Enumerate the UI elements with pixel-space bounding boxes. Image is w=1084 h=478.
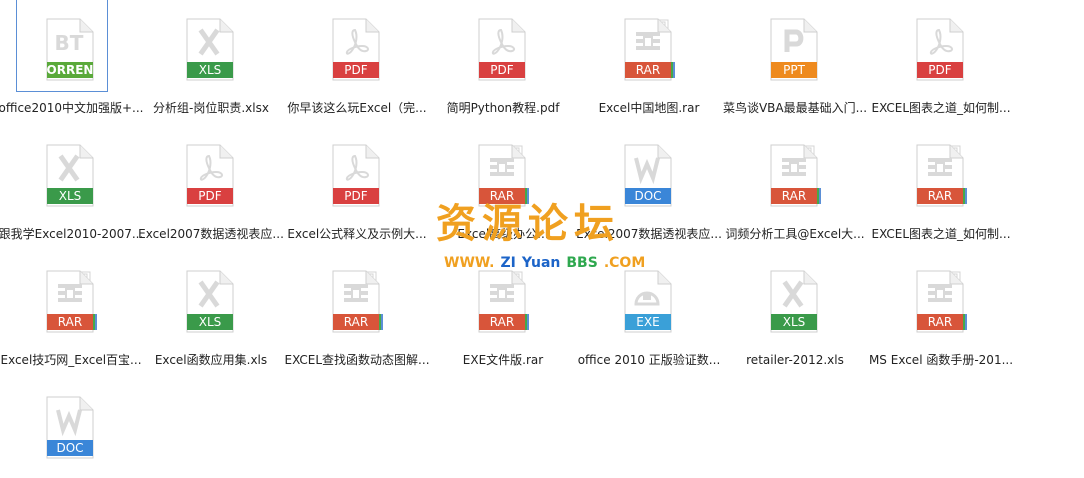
file-type-label: XLS	[783, 315, 806, 329]
file-type-label: RAR	[928, 189, 952, 203]
file-name: 简明Python教程.pdf	[446, 101, 560, 115]
file-item[interactable]: PDF Excel2007数据透视表应...	[138, 126, 284, 248]
file-name: EXCEL图表之道_如何制...	[871, 101, 1011, 115]
file-item[interactable]: RAR EXCEL图表之道_如何制...	[868, 126, 1014, 248]
file-type-label: RAR	[58, 315, 82, 329]
file-item[interactable]: BT TORRENT office2010中文加强版+...	[0, 0, 144, 122]
file-type-label: PDF	[928, 63, 951, 77]
file-type-label: EXE	[636, 315, 659, 329]
file-x-icon: XLS	[46, 144, 98, 208]
file-type-label: RAR	[928, 315, 952, 329]
file-x-icon: XLS	[186, 270, 238, 334]
file-pdf-icon: PDF	[916, 18, 968, 82]
file-pdf-icon: PDF	[332, 18, 384, 82]
file-item[interactable]: RAR 词频分析工具@Excel大...	[722, 126, 868, 248]
file-type-label: PDF	[490, 63, 513, 77]
file-item[interactable]: EXE office 2010 正版验证数...	[576, 252, 722, 374]
file-item[interactable]: PPT 菜鸟谈VBA最最基础入门...	[722, 0, 868, 122]
file-rar-icon: RAR	[478, 270, 530, 334]
file-rar-icon: RAR	[46, 270, 98, 334]
file-type-label: XLS	[59, 189, 82, 203]
file-item[interactable]: XLS Excel函数应用集.xls	[138, 252, 284, 374]
file-rar-icon: RAR	[770, 144, 822, 208]
file-item[interactable]: DOC Excel2007数据透视表应...	[576, 126, 722, 248]
file-type-label: DOC	[56, 441, 83, 455]
file-type-label: RAR	[636, 63, 660, 77]
file-item[interactable]: PDF 简明Python教程.pdf	[430, 0, 576, 122]
file-x-icon: XLS	[770, 270, 822, 334]
file-type-label: RAR	[344, 315, 368, 329]
file-item[interactable]: RAR Excel中国地图.rar	[576, 0, 722, 122]
file-name: Excel2007数据透视表应...	[576, 227, 722, 241]
file-type-label: PDF	[344, 189, 367, 203]
file-p-icon: PPT	[770, 18, 822, 82]
file-item[interactable]: RAR MS Excel 函数手册-201...	[868, 252, 1014, 374]
file-rar-icon: RAR	[916, 270, 968, 334]
file-name: office 2010 正版验证数...	[577, 353, 721, 367]
file-name: 跟我学Excel2010-2007...	[0, 227, 144, 241]
file-name: 分析组-岗位职责.xlsx	[153, 101, 269, 115]
file-name: Excel2007数据透视表应...	[138, 227, 284, 241]
file-item[interactable]: PDF Excel公式释义及示例大...	[284, 126, 430, 248]
file-pdf-icon: PDF	[478, 18, 530, 82]
file-item[interactable]: PDF 你早该这么玩Excel（完...	[284, 0, 430, 122]
file-item[interactable]: XLS 跟我学Excel2010-2007...	[0, 126, 144, 248]
file-name: EXE文件版.rar	[462, 353, 544, 367]
file-w-icon: DOC	[624, 144, 676, 208]
file-name: EXCEL图表之道_如何制...	[871, 227, 1011, 241]
file-name: MS Excel 函数手册-201...	[868, 353, 1014, 367]
file-bt-icon: BT TORRENT	[38, 18, 102, 82]
file-type-label: PDF	[344, 63, 367, 77]
file-type-label: XLS	[199, 63, 222, 77]
file-exe-icon: EXE	[624, 270, 676, 334]
file-name: Excel技巧网_Excel百宝...	[0, 353, 142, 367]
file-item[interactable]: RAR Excel技巧网_Excel百宝...	[0, 252, 144, 374]
file-name: Excel公式释义及示例大...	[287, 227, 427, 241]
file-item[interactable]: PDF EXCEL图表之道_如何制...	[868, 0, 1014, 122]
file-type-label: PDF	[198, 189, 221, 203]
file-item[interactable]: RAR Excel高级办公...	[430, 126, 576, 248]
file-name: Excel函数应用集.xls	[154, 353, 268, 367]
file-name: retailer-2012.xls	[746, 353, 844, 367]
file-type-label: RAR	[782, 189, 806, 203]
file-x-icon: XLS	[186, 18, 238, 82]
file-pdf-icon: PDF	[186, 144, 238, 208]
file-name: Excel中国地图.rar	[598, 101, 700, 115]
file-name: 你早该这么玩Excel（完...	[287, 101, 427, 115]
file-item[interactable]: DOC	[0, 378, 144, 478]
file-type-label: RAR	[490, 315, 514, 329]
file-name: 词频分析工具@Excel大...	[725, 227, 865, 241]
file-item[interactable]: RAR EXCEL查找函数动态图解...	[284, 252, 430, 374]
file-w-icon: DOC	[46, 396, 98, 460]
file-name: 菜鸟谈VBA最最基础入门...	[722, 101, 868, 115]
file-type-label: DOC	[634, 189, 661, 203]
file-rar-icon: RAR	[332, 270, 384, 334]
file-type-label: RAR	[490, 189, 514, 203]
file-grid: BT TORRENT office2010中文加强版+... XLS 分析组-岗位职责.…	[0, 0, 1084, 478]
svg-text:BT: BT	[55, 31, 84, 55]
file-type-label: TORRENT	[38, 63, 102, 77]
file-item[interactable]: XLS retailer-2012.xls	[722, 252, 868, 374]
file-name: EXCEL查找函数动态图解...	[284, 353, 430, 367]
file-pdf-icon: PDF	[332, 144, 384, 208]
file-type-label: XLS	[199, 315, 222, 329]
file-rar-icon: RAR	[624, 18, 676, 82]
file-item[interactable]: RAR EXE文件版.rar	[430, 252, 576, 374]
file-type-label: PPT	[783, 63, 805, 77]
file-name: Excel高级办公...	[457, 227, 549, 241]
file-rar-icon: RAR	[916, 144, 968, 208]
file-rar-icon: RAR	[478, 144, 530, 208]
file-item[interactable]: XLS 分析组-岗位职责.xlsx	[138, 0, 284, 122]
file-name: office2010中文加强版+...	[0, 101, 144, 115]
